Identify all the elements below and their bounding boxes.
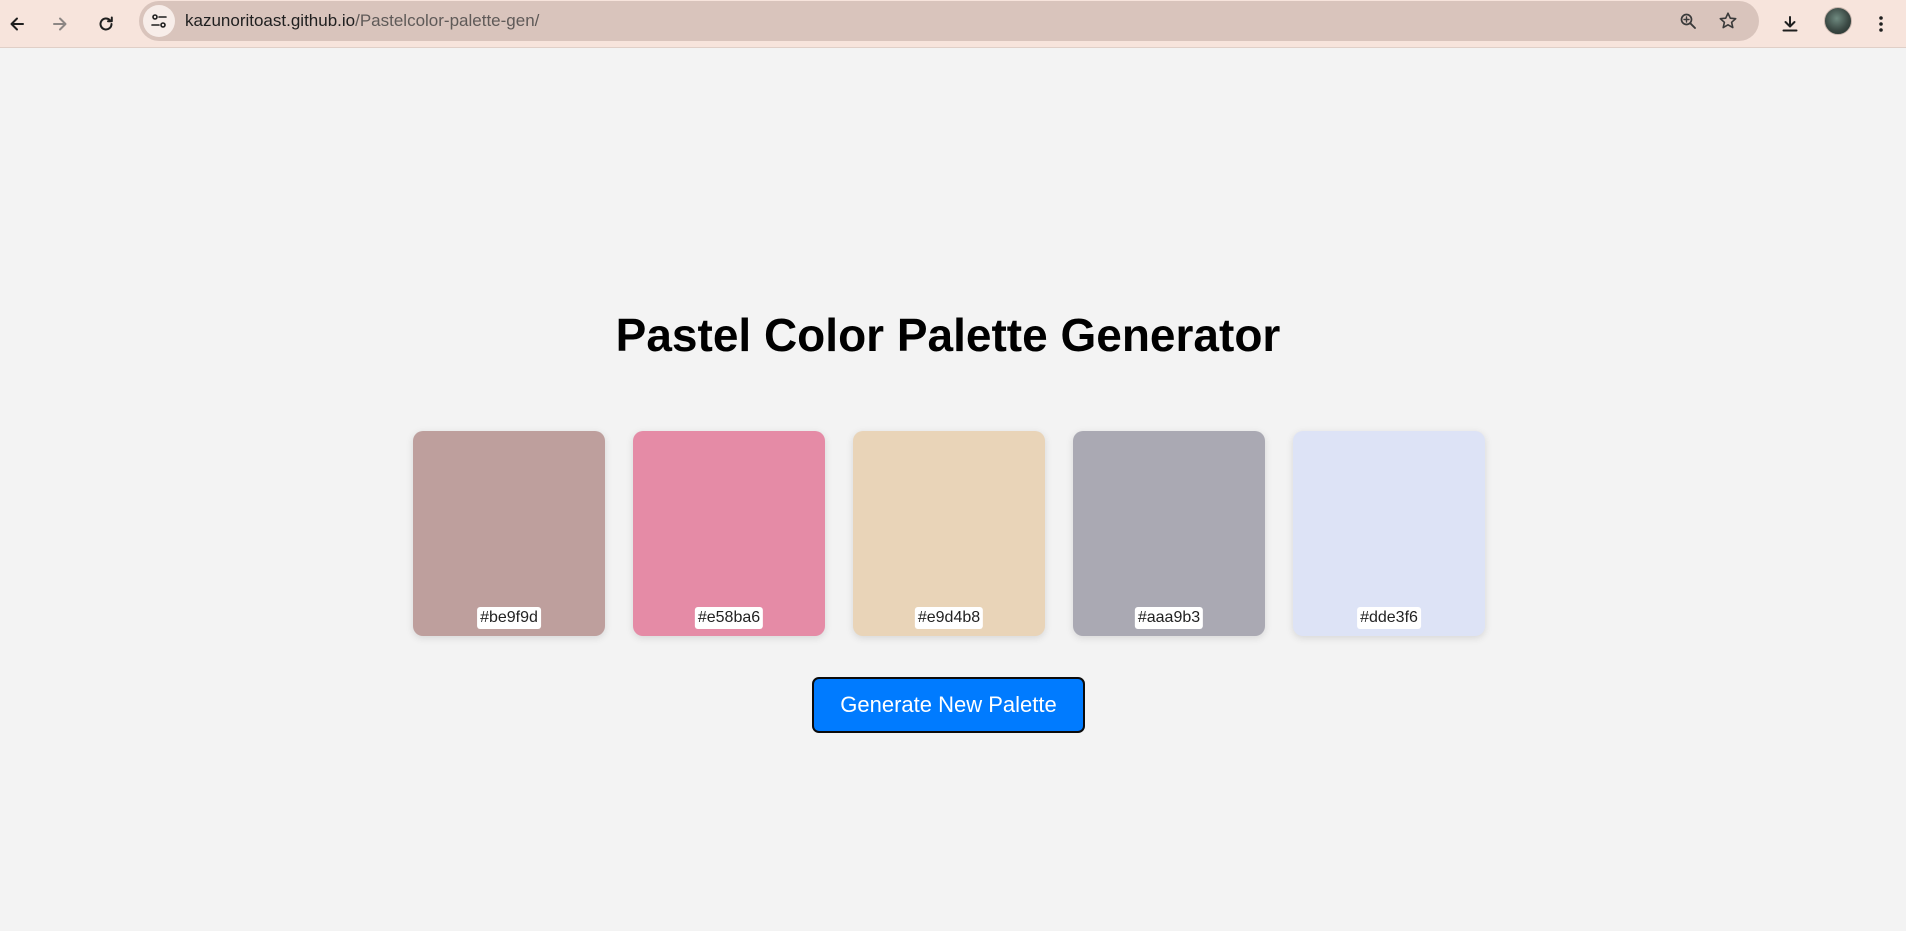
generate-palette-button[interactable]: Generate New Palette [812,677,1085,733]
page-title: Pastel Color Palette Generator [615,309,1281,361]
url-text[interactable]: kazunoritoast.github.io/Pastelcolor-pale… [185,11,539,31]
browser-toolbar: kazunoritoast.github.io/Pastelcolor-pale… [0,0,1906,48]
star-icon [1719,12,1737,29]
color-swatch[interactable]: #e9d4b8 [853,431,1045,636]
zoom-icon [1680,13,1696,29]
menu-icon [1879,16,1883,32]
site-info-button[interactable] [143,5,175,37]
url-path: /Pastelcolor-palette-gen/ [355,11,540,30]
color-palette: #be9f9d #e58ba6 #e9d4b8 #aaa9b3 #dde3f6 [413,431,1485,636]
color-swatch[interactable]: #dde3f6 [1293,431,1485,636]
color-swatch[interactable]: #e58ba6 [633,431,825,636]
url-host: kazunoritoast.github.io [185,11,356,30]
reload-icon [99,16,113,31]
downloads-button[interactable] [1772,6,1808,42]
hex-label: #be9f9d [477,607,541,629]
address-bar[interactable]: kazunoritoast.github.io/Pastelcolor-pale… [139,1,1759,41]
avatar[interactable] [1824,7,1852,35]
zoom-button[interactable] [1676,9,1700,33]
menu-button[interactable] [1863,6,1899,42]
forward-icon [53,17,67,31]
hex-label: #e9d4b8 [914,607,984,629]
hex-label: #dde3f6 [1357,607,1421,629]
forward-button[interactable] [42,6,78,42]
back-icon [10,17,24,31]
hex-label: #aaa9b3 [1134,607,1204,629]
bookmark-button[interactable] [1716,9,1740,33]
back-button[interactable] [0,6,35,42]
color-swatch[interactable]: #aaa9b3 [1073,431,1265,636]
hex-label: #e58ba6 [694,607,764,629]
site-info-icon [151,14,167,28]
download-icon [1782,16,1798,32]
reload-button[interactable] [88,6,124,42]
color-swatch[interactable]: #be9f9d [413,431,605,636]
